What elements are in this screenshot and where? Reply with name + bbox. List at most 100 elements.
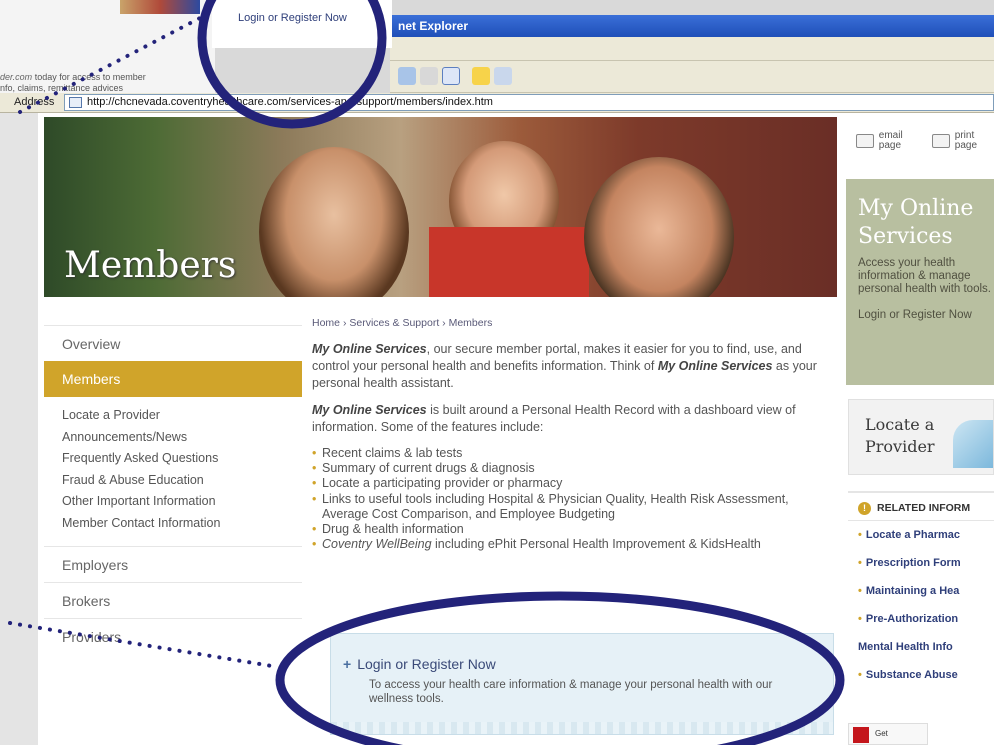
prev-page-text-1: today for access to member bbox=[32, 72, 146, 82]
wellbeing-text: including ePhit Personal Health Improvem… bbox=[431, 537, 761, 552]
login-register-desc: To access your health care information &… bbox=[369, 679, 773, 705]
nav-overview[interactable]: Overview bbox=[44, 325, 302, 361]
email-page-label: page bbox=[878, 140, 902, 151]
prev-page-text-2: nfo, claims, remittance advices bbox=[0, 83, 124, 93]
nav-other-info[interactable]: Other Important Information bbox=[44, 491, 302, 513]
list-item: Drug & health information bbox=[312, 522, 832, 537]
messenger-icon[interactable] bbox=[494, 67, 512, 85]
add-user-icon: + bbox=[343, 656, 352, 672]
main-content: Home › Services & Support › Members My O… bbox=[312, 317, 832, 553]
address-input[interactable]: http://chcnevada.coventryhealthcare.com/… bbox=[64, 94, 994, 111]
online-services-title: My Online Services bbox=[858, 195, 973, 251]
related-header-text: RELATED INFORM bbox=[877, 502, 971, 514]
related-header: ! RELATED INFORM bbox=[848, 491, 994, 521]
related-link[interactable]: Mental Health Info bbox=[848, 633, 994, 661]
print-page-label: page bbox=[954, 140, 978, 151]
nav-employers[interactable]: Employers bbox=[44, 546, 302, 582]
left-navigation: Overview Members Locate a Provider Annou… bbox=[44, 325, 302, 654]
locate-title-1: Locate a bbox=[865, 415, 935, 434]
online-services-title-2: Services bbox=[858, 224, 953, 249]
related-information: ! RELATED INFORM • Locate a Pharmac • Presc… bbox=[848, 491, 994, 689]
print-icon[interactable] bbox=[420, 67, 438, 85]
hero-woman bbox=[259, 147, 409, 297]
login-register-box: + Login or Register Now To access your he… bbox=[330, 633, 834, 735]
locate-title-2: Provider bbox=[865, 437, 935, 456]
nav-members[interactable]: Members bbox=[44, 361, 302, 397]
product-name: My Online Services bbox=[657, 359, 773, 373]
prev-page-text: der.com today for access to member nfo, … bbox=[0, 72, 215, 94]
prev-page-link[interactable]: der.com bbox=[0, 72, 32, 82]
feature-list: Recent claims & lab tests Summary of cur… bbox=[312, 446, 832, 553]
hero-man bbox=[584, 157, 734, 297]
breadcrumb-services[interactable]: Services & Support bbox=[349, 317, 439, 329]
login-register-link[interactable]: + Login or Register Now bbox=[343, 656, 496, 672]
browser-titlebar: net Explorer bbox=[390, 15, 994, 37]
nav-fraud-education[interactable]: Fraud & Abuse Education bbox=[44, 470, 302, 492]
breadcrumb-sep: › bbox=[442, 317, 446, 329]
web-page: Members Overview Members Locate a Provid… bbox=[0, 113, 994, 745]
printer-icon bbox=[932, 134, 950, 148]
online-services-box: My Online Services Access your health inf… bbox=[846, 179, 994, 385]
wellbeing-name: Coventry WellBeing bbox=[322, 537, 432, 552]
page-icon bbox=[69, 97, 82, 108]
breadcrumb-home[interactable]: Home bbox=[312, 317, 340, 329]
related-link[interactable]: • Substance Abuse bbox=[848, 661, 994, 689]
adobe-get-label: Get bbox=[875, 729, 888, 738]
breadcrumb-current: Members bbox=[448, 317, 493, 329]
online-services-title-1: My Online bbox=[858, 196, 974, 221]
list-item: Links to useful tools including Hospital… bbox=[312, 492, 832, 522]
list-item: Coventry WellBeing including ePhit Perso… bbox=[312, 537, 832, 552]
popup-login-link[interactable]: Login or Register Now bbox=[238, 12, 347, 24]
popup-login-panel: Login or Register Now bbox=[212, 0, 392, 48]
hero-title: Members bbox=[64, 245, 237, 286]
decorative-stripe bbox=[331, 722, 833, 734]
note-icon[interactable] bbox=[472, 67, 490, 85]
list-item: Recent claims & lab tests bbox=[312, 446, 832, 461]
intro-paragraph: My Online Services, our secure member po… bbox=[312, 341, 832, 392]
nav-locate-provider[interactable]: Locate a Provider bbox=[44, 405, 302, 427]
online-services-login-link[interactable]: Login or Register Now bbox=[858, 309, 972, 321]
get-adobe-reader-badge[interactable]: Get bbox=[848, 723, 928, 745]
related-link[interactable]: • Pre-Authorization bbox=[848, 605, 994, 633]
breadcrumb: Home › Services & Support › Members bbox=[312, 317, 832, 329]
browser-title: net Explorer bbox=[398, 19, 469, 33]
nav-member-contact[interactable]: Member Contact Information bbox=[44, 513, 302, 535]
list-item: Summary of current drugs & diagnosis bbox=[312, 461, 832, 476]
product-name: My Online Services bbox=[312, 342, 427, 356]
login-register-title: Login or Register Now bbox=[357, 656, 496, 672]
browser-addressbar: Address http://chcnevada.coventryhealthc… bbox=[0, 93, 994, 113]
page-tools: email page print page bbox=[846, 127, 994, 157]
nav-faq[interactable]: Frequently Asked Questions bbox=[44, 448, 302, 470]
nav-providers[interactable]: Providers bbox=[44, 618, 302, 654]
adobe-icon bbox=[853, 727, 869, 743]
nav-members-submenu: Locate a Provider Announcements/News Fre… bbox=[44, 397, 302, 546]
features-paragraph: My Online Services is built around a Per… bbox=[312, 402, 832, 436]
email-page-button[interactable]: email page bbox=[856, 131, 903, 151]
locate-provider-box[interactable]: Locate a Provider bbox=[848, 399, 994, 475]
previous-page-fragment: der.com today for access to member nfo, … bbox=[0, 0, 215, 100]
hero-banner: Members bbox=[44, 117, 837, 297]
nav-announcements[interactable]: Announcements/News bbox=[44, 427, 302, 449]
info-icon: ! bbox=[858, 502, 871, 515]
home-icon[interactable] bbox=[398, 67, 416, 85]
address-label: Address bbox=[14, 96, 55, 108]
breadcrumb-sep: › bbox=[342, 317, 347, 329]
product-name: My Online Services bbox=[312, 403, 427, 417]
related-link[interactable]: • Prescription Form bbox=[848, 549, 994, 577]
hero-shirt bbox=[429, 227, 589, 297]
locate-provider-title: Locate a Provider bbox=[865, 414, 935, 458]
related-link[interactable]: • Locate a Pharmac bbox=[848, 521, 994, 549]
map-icon bbox=[953, 420, 993, 468]
online-services-desc: Access your health information & manage … bbox=[858, 257, 991, 295]
related-link[interactable]: • Maintaining a Hea bbox=[848, 577, 994, 605]
email-icon bbox=[856, 134, 874, 148]
list-item: Locate a participating provider or pharm… bbox=[312, 476, 832, 491]
address-url: http://chcnevada.coventryhealthcare.com/… bbox=[87, 96, 493, 108]
hero-thumbnail bbox=[120, 0, 200, 14]
nav-brokers[interactable]: Brokers bbox=[44, 582, 302, 618]
page-gutter bbox=[0, 113, 38, 745]
word-icon[interactable] bbox=[442, 67, 460, 85]
browser-menubar bbox=[390, 37, 994, 61]
print-page-button[interactable]: print page bbox=[932, 131, 977, 151]
browser-toolbar bbox=[390, 61, 994, 93]
